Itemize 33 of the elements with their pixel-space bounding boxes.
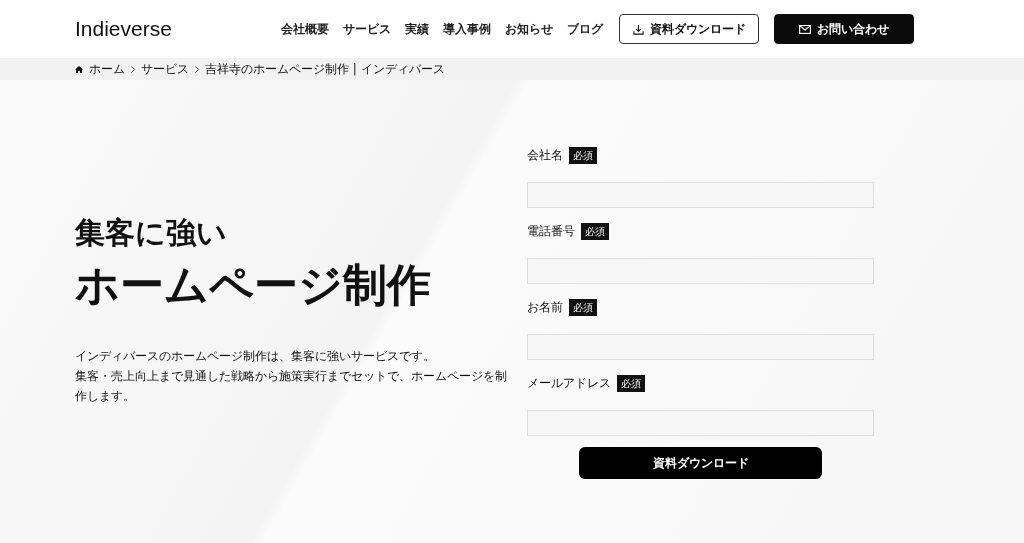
breadcrumb-link[interactable]: ホーム [89, 60, 125, 78]
field-label: メールアドレス [527, 375, 611, 392]
logo[interactable]: Indieverse [75, 13, 172, 45]
nav-link[interactable]: 実績 [405, 20, 429, 38]
breadcrumb-current: 吉祥寺のホームページ制作 | インディバース [205, 61, 445, 78]
required-badge: 必須 [569, 298, 597, 316]
download-icon [632, 23, 644, 35]
breadcrumb-link[interactable]: サービス [141, 60, 189, 78]
submit-button[interactable]: 資料ダウンロード [579, 447, 822, 479]
nav-link[interactable]: お知らせ [505, 20, 553, 38]
required-badge: 必須 [569, 146, 597, 164]
home-icon [75, 65, 83, 73]
required-badge: 必須 [617, 374, 645, 392]
chevron-icon [131, 65, 135, 73]
download-button[interactable]: 資料ダウンロード [619, 14, 759, 44]
input-field[interactable] [527, 182, 874, 208]
mail-icon [799, 24, 811, 34]
input-field[interactable] [527, 258, 874, 284]
chevron-icon [195, 65, 199, 73]
nav-link[interactable]: 導入事例 [443, 20, 491, 38]
field-label: 電話番号 [527, 223, 575, 240]
input-field[interactable] [527, 334, 874, 360]
field-label: 会社名 [527, 147, 563, 164]
contact-button[interactable]: お問い合わせ [774, 14, 914, 44]
nav-link[interactable]: サービス [343, 20, 391, 38]
required-badge: 必須 [581, 222, 609, 240]
hero-subtitle: 集客に強い [75, 215, 228, 251]
nav-link[interactable]: 会社概要 [281, 20, 329, 38]
input-field[interactable] [527, 410, 874, 436]
description: インディバースのホームページ制作は、集客に強いサービスです。 集客・売上向上まで見通した戦略から施策実行までセットで、ホームページを制作します。 [75, 347, 508, 405]
hero-title: ホームページ制作 [75, 259, 432, 312]
nav-link[interactable]: ブログ [567, 20, 603, 38]
field-label: お名前 [527, 299, 563, 316]
